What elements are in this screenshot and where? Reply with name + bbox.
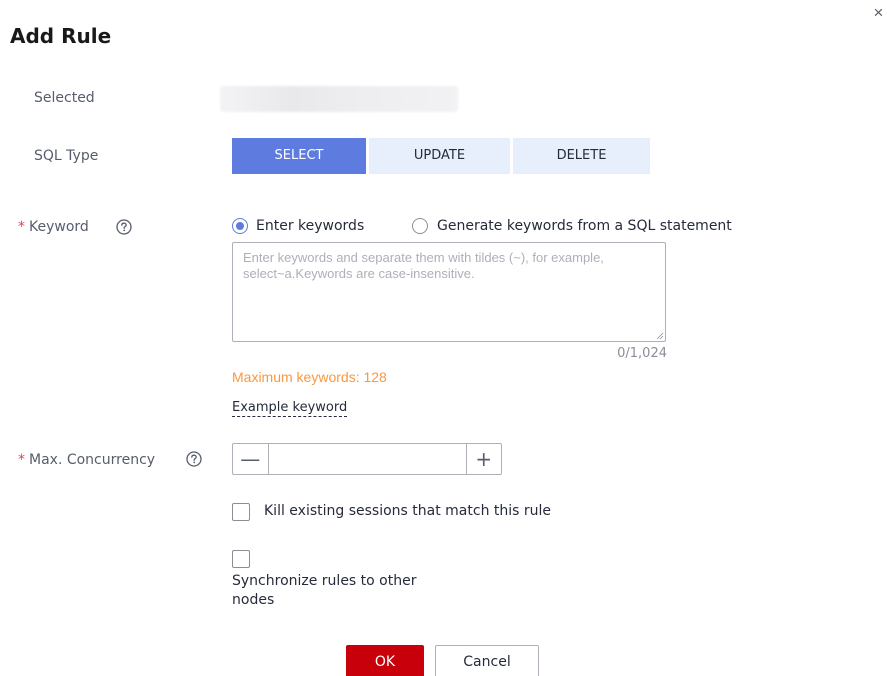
required-mark: * (18, 219, 25, 235)
max-concurrency-label: Max. Concurrency (29, 452, 156, 468)
sql-type-label: SQL Type (34, 148, 99, 164)
required-mark: * (18, 452, 25, 468)
ok-button[interactable]: OK (346, 645, 424, 676)
radio-enter-keywords-label[interactable]: Enter keywords (256, 218, 364, 234)
keyword-label: Keyword (29, 219, 89, 235)
max-keywords-hint: Maximum keywords: 128 (232, 369, 387, 385)
close-icon[interactable]: × (870, 4, 887, 22)
max-concurrency-stepper: — + (232, 443, 502, 475)
keyword-char-counter: 0/1,024 (617, 346, 667, 361)
add-rule-dialog: × Add Rule Selected SQL Type SELECT UPDA… (0, 0, 887, 676)
example-keyword-link[interactable]: Example keyword (232, 400, 348, 417)
radio-generate-from-sql-label[interactable]: Generate keywords from a SQL statement (437, 218, 732, 234)
max-concurrency-input[interactable] (268, 444, 466, 474)
sql-type-select-button[interactable]: SELECT (232, 138, 366, 174)
increment-button[interactable]: + (465, 444, 502, 474)
keyword-textarea[interactable] (232, 242, 666, 342)
kill-sessions-label[interactable]: Kill existing sessions that match this r… (264, 502, 551, 521)
decrement-button[interactable]: — (233, 444, 269, 474)
question-circle-icon[interactable] (116, 219, 132, 235)
keyword-label-group: * Keyword (18, 219, 89, 235)
sync-rules-label[interactable]: Synchronize rules to other nodes (232, 572, 442, 610)
dialog-title: Add Rule (10, 24, 112, 48)
sql-type-delete-button[interactable]: DELETE (513, 138, 650, 174)
selected-value-redacted (220, 86, 458, 112)
question-circle-icon[interactable] (186, 451, 202, 467)
resize-grip-icon[interactable] (656, 332, 664, 340)
sync-rules-checkbox[interactable] (232, 550, 250, 568)
selected-label: Selected (34, 90, 95, 106)
radio-generate-from-sql[interactable] (412, 218, 428, 234)
sql-type-update-button[interactable]: UPDATE (369, 138, 510, 174)
cancel-button[interactable]: Cancel (435, 645, 539, 676)
kill-sessions-checkbox[interactable] (232, 503, 250, 521)
max-concurrency-label-group: * Max. Concurrency (18, 452, 155, 468)
radio-enter-keywords[interactable] (232, 218, 248, 234)
